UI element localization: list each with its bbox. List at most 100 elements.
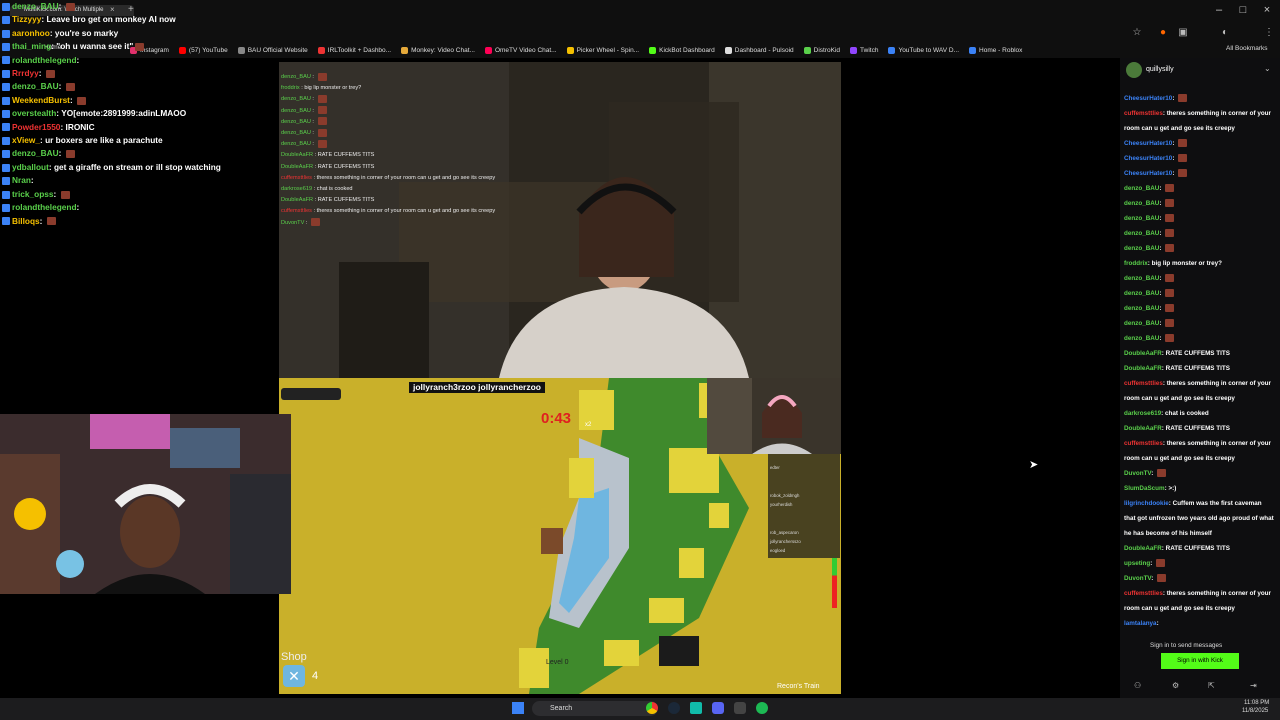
channel-avatar[interactable]: [1126, 62, 1142, 78]
chat-username[interactable]: DoubleAaFR: [1124, 350, 1162, 357]
chat-username[interactable]: overstealth: [12, 108, 56, 118]
chat-username[interactable]: SlumDaScum: [1124, 485, 1165, 492]
chat-username[interactable]: Billoqs: [12, 216, 40, 226]
channel-name[interactable]: quillysilly: [1146, 66, 1174, 73]
all-bookmarks[interactable]: All Bookmarks: [1226, 45, 1268, 52]
chat-username[interactable]: lamtalanya: [1124, 620, 1157, 627]
chevron-down-icon[interactable]: ⌄: [1264, 64, 1271, 73]
chat-username[interactable]: Powder1550: [12, 122, 60, 132]
bookmark-label: KickBot Dashboard: [659, 46, 715, 54]
bookmark-item[interactable]: Picker Wheel - Spin...: [566, 44, 639, 56]
chat-username[interactable]: ydballout: [12, 162, 49, 172]
chat-username[interactable]: darkrose619: [1124, 410, 1161, 417]
chat-text: get a giraffe on stream or ill stop watc…: [53, 161, 221, 172]
minimize-button[interactable]: –: [1212, 4, 1226, 16]
steam-icon[interactable]: [668, 702, 680, 714]
emote-icon: [1178, 94, 1188, 103]
chat-username[interactable]: thai_ming: [12, 41, 51, 51]
badge-icon: [2, 217, 10, 226]
chat-username[interactable]: cuffemsttlies: [1124, 590, 1163, 597]
chat-username[interactable]: denzo_BAU: [1124, 275, 1159, 282]
chat-username[interactable]: denzo_BAU: [1124, 215, 1159, 222]
bookmark-item[interactable]: Home - Roblox: [969, 44, 1022, 56]
signin-button[interactable]: Sign in with Kick: [1161, 653, 1239, 669]
chat-username[interactable]: CheesurHater10: [1124, 95, 1172, 102]
emote-icon: [65, 2, 75, 11]
chat-username[interactable]: cuffemsttlies: [1124, 110, 1163, 117]
bookmark-item[interactable]: OmeTV Video Chat...: [484, 44, 557, 56]
menu-icon[interactable]: ⋮: [1262, 27, 1276, 39]
chat-username[interactable]: DuvonTV: [1124, 470, 1151, 477]
chat-username[interactable]: cuffemsttlies: [1124, 440, 1163, 447]
puzzle-icon[interactable]: ▣: [1176, 27, 1190, 39]
maximize-button[interactable]: □: [1236, 4, 1250, 16]
chat-username[interactable]: denzo_BAU: [12, 148, 59, 158]
star-icon[interactable]: ☆: [1130, 27, 1144, 39]
chat-username[interactable]: denzo_BAU: [1124, 200, 1159, 207]
taskbar-search[interactable]: Search: [532, 701, 658, 716]
extension-icon[interactable]: ●: [1156, 27, 1170, 39]
bookmark-item[interactable]: Monkey: Video Chat...: [401, 44, 475, 56]
bookmark-item[interactable]: IRLToolkit + Dashbo...: [317, 44, 391, 56]
badge-icon: [2, 150, 10, 159]
add-user-icon[interactable]: ⚇: [1134, 681, 1141, 690]
discord-icon[interactable]: [712, 702, 724, 714]
bookmark-item[interactable]: Dashboard - Pulsoid: [724, 44, 794, 56]
emote-icon: [1178, 169, 1188, 178]
chat-message: denzo_BAU:: [1124, 271, 1274, 286]
app-icon[interactable]: [690, 702, 702, 714]
chat-username[interactable]: DoubleAaFR: [1124, 425, 1162, 432]
bookmark-item[interactable]: YouTube to WAV D...: [888, 44, 959, 56]
chat-username[interactable]: CheesurHater10: [1124, 140, 1172, 147]
chat-username[interactable]: DuvonTV: [1124, 575, 1151, 582]
chat-username[interactable]: rolandthelegend: [12, 202, 77, 212]
chat-username[interactable]: trick_opss: [12, 189, 54, 199]
chat-username[interactable]: lilgrinchdookie: [1124, 500, 1169, 507]
chat-username[interactable]: denzo_BAU: [1124, 185, 1159, 192]
chat-username[interactable]: denzo_BAU: [1124, 245, 1159, 252]
chat-message: rolandthelegend:: [2, 54, 277, 67]
chat-username[interactable]: denzo_BAU: [1124, 230, 1159, 237]
chat-username[interactable]: DoubleAaFR: [1124, 365, 1162, 372]
chat-message: CheesurHater10:: [1124, 151, 1274, 166]
popout-icon[interactable]: ⇱: [1208, 681, 1215, 690]
chat-username[interactable]: DoubleAaFR: [1124, 545, 1162, 552]
bookmark-icon: [649, 46, 657, 54]
windows-start-icon[interactable]: [512, 702, 524, 714]
collapse-icon[interactable]: ⇥: [1250, 681, 1257, 690]
bookmark-item[interactable]: Twitch: [850, 44, 878, 56]
gear-icon[interactable]: ⚙: [1172, 681, 1179, 690]
chrome-icon[interactable]: [646, 702, 658, 714]
chat-username[interactable]: Nran: [12, 175, 31, 185]
chat-username[interactable]: denzo_BAU: [1124, 335, 1159, 342]
bookmark-item[interactable]: KickBot Dashboard: [649, 44, 715, 56]
chat-username[interactable]: CheesurHater10: [1124, 170, 1172, 177]
chat-username[interactable]: denzo_BAU: [1124, 290, 1159, 297]
chat-username[interactable]: Tizzyyy: [12, 14, 41, 24]
chat-username[interactable]: CheesurHater10: [1124, 155, 1172, 162]
bookmark-label: Home - Roblox: [979, 46, 1023, 54]
chat-username[interactable]: aaronhoo: [12, 28, 50, 38]
chat-username[interactable]: froddrix: [1124, 260, 1148, 267]
chat-username[interactable]: denzo_BAU: [1124, 320, 1159, 327]
chat-username[interactable]: denzo_BAU: [1124, 305, 1159, 312]
shop-icon[interactable]: ✕: [283, 665, 305, 687]
chat-username[interactable]: cuffemsttlies: [1124, 380, 1163, 387]
clock-time[interactable]: 11:08 PM: [1244, 700, 1269, 706]
bookmark-label: Monkey: Video Chat...: [411, 46, 475, 54]
close-window-button[interactable]: ×: [1260, 4, 1274, 16]
chat-username[interactable]: rolandthelegend: [12, 55, 77, 65]
chat-username[interactable]: xView_: [12, 135, 40, 145]
profile-icon[interactable]: ◐: [1218, 27, 1232, 39]
chat-username[interactable]: denzo_BAU: [12, 81, 59, 91]
shop-label[interactable]: Shop: [281, 651, 307, 663]
clock-date[interactable]: 11/8/2025: [1242, 708, 1268, 714]
chat-username[interactable]: WeekendBurst: [12, 95, 70, 105]
bookmark-item[interactable]: DistroKid: [803, 44, 840, 56]
overlay-chat-message: denzo_BAU :: [281, 128, 521, 139]
app2-icon[interactable]: [734, 702, 746, 714]
chat-username[interactable]: denzo_BAU: [12, 1, 59, 11]
chat-username[interactable]: upseting: [1124, 560, 1150, 567]
spotify-icon[interactable]: [756, 702, 768, 714]
chat-username[interactable]: Rrrdyy: [12, 68, 39, 78]
